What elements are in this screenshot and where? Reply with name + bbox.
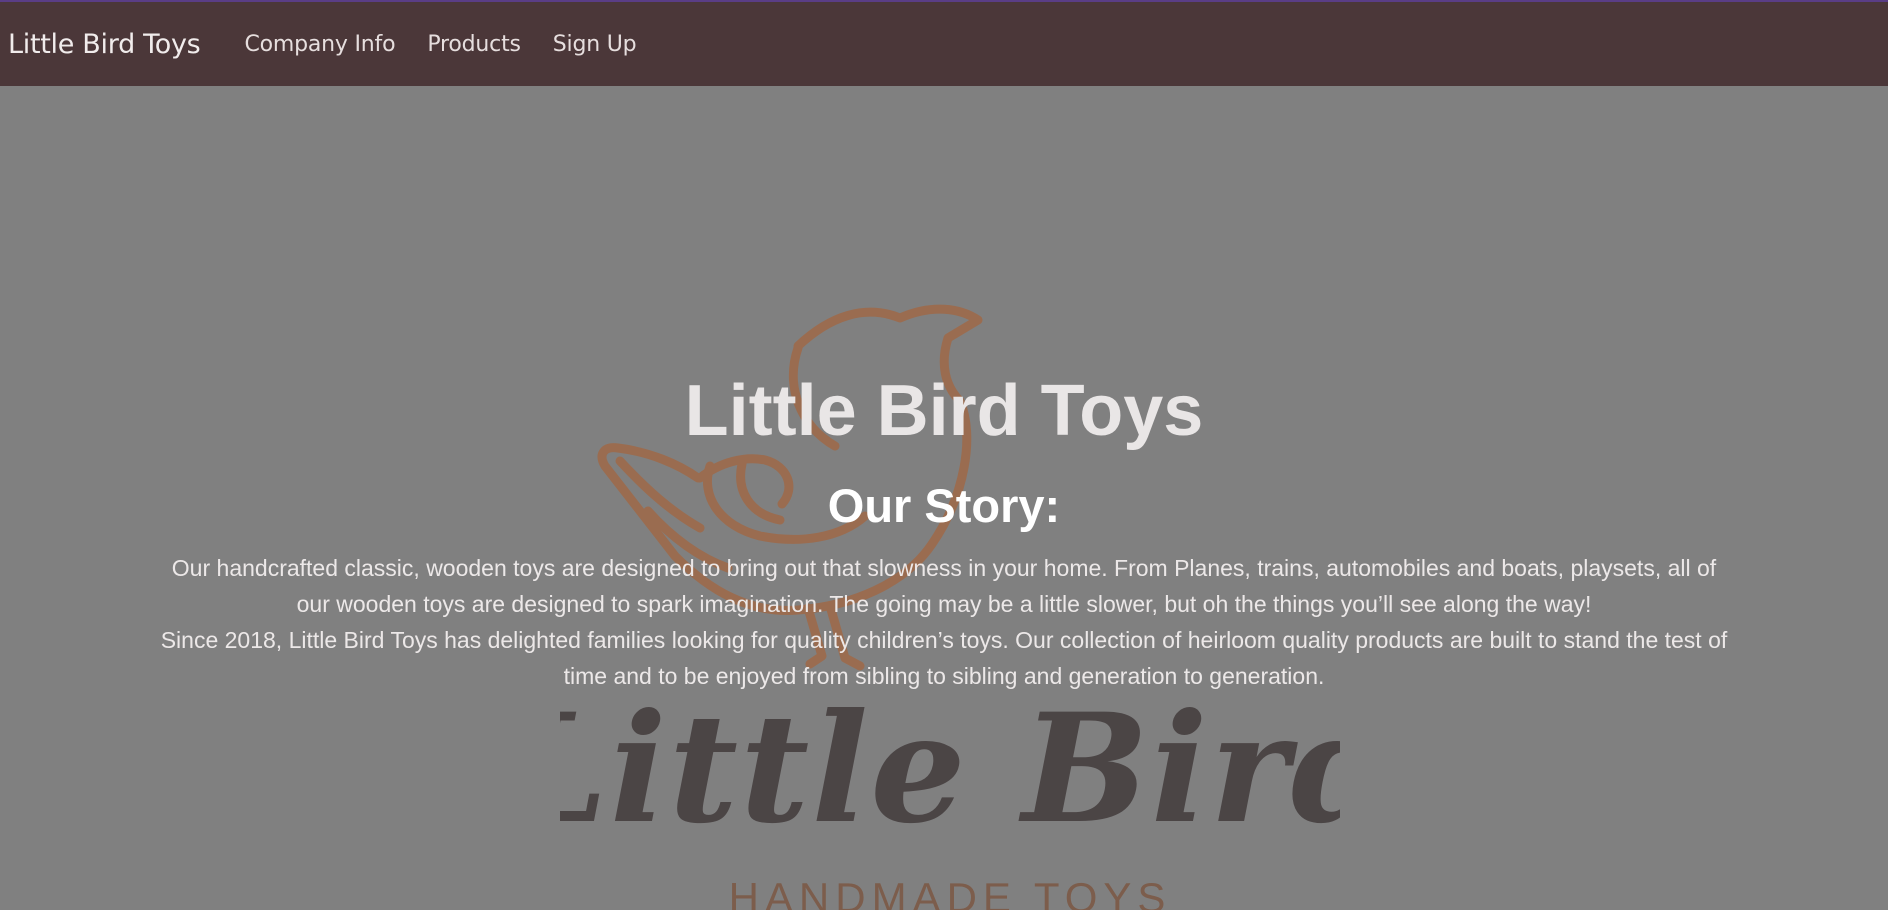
nav-link-products[interactable]: Products (427, 32, 521, 57)
nav-links: Company Info Products Sign Up (244, 32, 668, 57)
story-text: Our handcrafted classic, wooden toys are… (160, 550, 1728, 694)
story-paragraph-1: Our handcrafted classic, wooden toys are… (171, 555, 1717, 617)
navbar: Little Bird Toys Company Info Products S… (0, 2, 1888, 86)
navbar-brand[interactable]: Little Bird Toys (8, 29, 201, 60)
story-heading: Our Story: (827, 479, 1061, 532)
nav-link-sign-up[interactable]: Sign Up (553, 32, 637, 57)
nav-link-company-info[interactable]: Company Info (244, 32, 395, 57)
hero-title: Little Bird Toys (684, 371, 1204, 451)
story-paragraph-2: Since 2018, Little Bird Toys has delight… (160, 627, 1728, 689)
